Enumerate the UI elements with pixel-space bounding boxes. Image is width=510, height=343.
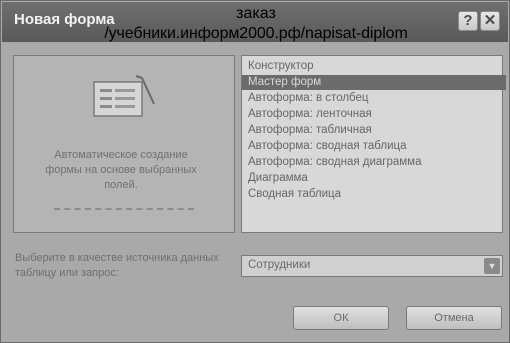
cancel-button[interactable]: Отмена bbox=[406, 306, 502, 330]
list-item[interactable]: Автоформа: табличная bbox=[242, 123, 506, 138]
source-select-value: Сотрудники bbox=[248, 259, 311, 271]
list-item[interactable]: Диаграмма bbox=[242, 171, 506, 186]
ok-button[interactable]: ОК bbox=[293, 306, 389, 330]
chevron-down-icon[interactable]: ▼ bbox=[484, 258, 500, 274]
preview-divider bbox=[54, 208, 194, 210]
preview-description: Автоматическое создание формы на основе … bbox=[45, 149, 197, 191]
new-form-dialog: Новая форма ? ✕ заказ /учебники.информ20… bbox=[0, 0, 510, 343]
form-preview-icon bbox=[93, 75, 155, 117]
watermark-line-2: /учебники.информ2000.рф/napisat-diplom bbox=[104, 25, 408, 42]
watermark-line-1: заказ bbox=[236, 5, 276, 22]
form-type-list[interactable]: Конструктор Мастер форм Автоформа: в столб… bbox=[241, 55, 506, 233]
preview-panel: Автоматическое создание формы на основе … bbox=[13, 55, 235, 233]
list-item[interactable]: Автоформа: в столбец bbox=[242, 91, 506, 106]
source-label: Выберите в качестве источника данных таб… bbox=[15, 252, 219, 279]
list-item[interactable]: Мастер форм bbox=[242, 75, 506, 90]
list-item[interactable]: Конструктор bbox=[242, 59, 506, 74]
list-item[interactable]: Автоформа: сводная таблица bbox=[242, 139, 506, 154]
list-item[interactable]: Сводная таблица bbox=[242, 187, 506, 202]
list-item[interactable]: Автоформа: сводная диаграмма bbox=[242, 155, 506, 170]
list-item[interactable]: Автоформа: ленточная bbox=[242, 107, 506, 122]
source-select[interactable]: Сотрудники ▼ bbox=[241, 255, 503, 277]
